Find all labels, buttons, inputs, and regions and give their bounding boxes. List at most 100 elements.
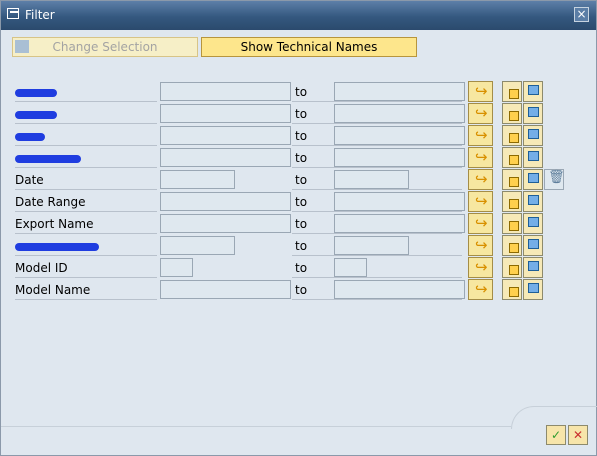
cancel-icon: ✕: [572, 428, 584, 442]
from-input[interactable]: [160, 104, 291, 123]
to-divider: [292, 123, 462, 124]
filter-row: to: [13, 81, 593, 103]
to-divider: [292, 277, 462, 278]
to-input[interactable]: [334, 104, 465, 123]
multiple-selection-button[interactable]: [468, 147, 493, 168]
details-button[interactable]: [523, 279, 543, 300]
to-divider: [292, 211, 462, 212]
multiple-selection-button[interactable]: [468, 169, 493, 190]
to-label: to: [295, 283, 308, 297]
from-input[interactable]: [160, 170, 235, 189]
to-input[interactable]: [334, 280, 465, 299]
field-label-text: Model ID: [15, 261, 68, 275]
to-label: to: [295, 85, 308, 99]
to-input[interactable]: [334, 82, 465, 101]
close-button[interactable]: ×: [574, 7, 589, 22]
copy-button[interactable]: [502, 103, 522, 124]
multiple-selection-button[interactable]: [468, 191, 493, 212]
from-input[interactable]: [160, 126, 291, 145]
multiple-selection-button[interactable]: [468, 125, 493, 146]
details-button[interactable]: [523, 191, 543, 212]
to-input[interactable]: [334, 126, 465, 145]
details-button[interactable]: [523, 81, 543, 102]
field-label: [15, 129, 157, 146]
from-input[interactable]: [160, 214, 291, 233]
multiple-selection-button[interactable]: [468, 103, 493, 124]
filter-row: to: [13, 147, 593, 169]
to-input[interactable]: [334, 214, 465, 233]
copy-button[interactable]: [502, 191, 522, 212]
field-label: [15, 151, 157, 168]
to-divider: [292, 233, 462, 234]
filter-row: Date Range to: [13, 191, 593, 213]
copy-button[interactable]: [502, 125, 522, 146]
title-bar: Filter ×: [1, 1, 596, 30]
change-selection-button[interactable]: Change Selection: [12, 37, 198, 57]
copy-button[interactable]: [502, 235, 522, 256]
details-button[interactable]: [523, 235, 543, 256]
from-input[interactable]: [160, 148, 291, 167]
multiple-selection-button[interactable]: [468, 235, 493, 256]
to-divider: [292, 255, 462, 256]
from-input[interactable]: [160, 82, 291, 101]
field-label: Model Name: [15, 283, 157, 300]
to-input[interactable]: [334, 258, 367, 277]
to-label: to: [295, 217, 308, 231]
details-button[interactable]: [523, 257, 543, 278]
filter-row: Model ID to: [13, 257, 593, 279]
redacted-label: [15, 243, 99, 251]
to-input[interactable]: [334, 170, 409, 189]
details-button[interactable]: [523, 213, 543, 234]
field-label: Model ID: [15, 261, 157, 278]
footer-divider: [1, 426, 511, 427]
details-button[interactable]: [523, 103, 543, 124]
to-label: to: [295, 195, 308, 209]
details-button[interactable]: [523, 125, 543, 146]
details-button[interactable]: [523, 169, 543, 190]
to-input[interactable]: [334, 192, 465, 211]
redacted-label: [15, 133, 45, 141]
field-label-text: Export Name: [15, 217, 94, 231]
field-label: [15, 107, 157, 124]
change-selection-label: Change Selection: [52, 40, 158, 54]
ok-button[interactable]: ✓: [546, 425, 566, 445]
to-divider: [292, 145, 462, 146]
copy-button[interactable]: [502, 81, 522, 102]
copy-button[interactable]: [502, 279, 522, 300]
to-divider: [292, 189, 462, 190]
to-divider: [292, 299, 462, 300]
to-divider: [292, 167, 462, 168]
details-button[interactable]: [523, 147, 543, 168]
from-input[interactable]: [160, 258, 193, 277]
to-label: to: [295, 173, 308, 187]
close-icon: ×: [576, 7, 587, 21]
copy-button[interactable]: [502, 257, 522, 278]
copy-button[interactable]: [502, 213, 522, 234]
field-label-text: Date Range: [15, 195, 86, 209]
to-label: to: [295, 151, 308, 165]
copy-button[interactable]: [502, 147, 522, 168]
show-technical-names-label: Show Technical Names: [240, 40, 378, 54]
to-input[interactable]: [334, 236, 409, 255]
from-input[interactable]: [160, 280, 291, 299]
window-title: Filter: [25, 8, 55, 22]
delete-button[interactable]: [544, 169, 565, 190]
field-label: [15, 239, 157, 256]
filter-row: Model Name to: [13, 279, 593, 301]
redacted-label: [15, 89, 57, 97]
multiple-selection-button[interactable]: [468, 81, 493, 102]
from-input[interactable]: [160, 236, 235, 255]
multiple-selection-button[interactable]: [468, 213, 493, 234]
filter-row: Date to: [13, 169, 593, 191]
to-input[interactable]: [334, 148, 465, 167]
from-input[interactable]: [160, 192, 291, 211]
copy-button[interactable]: [502, 169, 522, 190]
filter-window-icon: [7, 8, 19, 19]
cancel-button[interactable]: ✕: [568, 425, 588, 445]
multiple-selection-button[interactable]: [468, 257, 493, 278]
field-label: Date: [15, 173, 157, 190]
multiple-selection-button[interactable]: [468, 279, 493, 300]
field-label-text: Model Name: [15, 283, 91, 297]
show-technical-names-button[interactable]: Show Technical Names: [201, 37, 417, 57]
to-label: to: [295, 239, 308, 253]
